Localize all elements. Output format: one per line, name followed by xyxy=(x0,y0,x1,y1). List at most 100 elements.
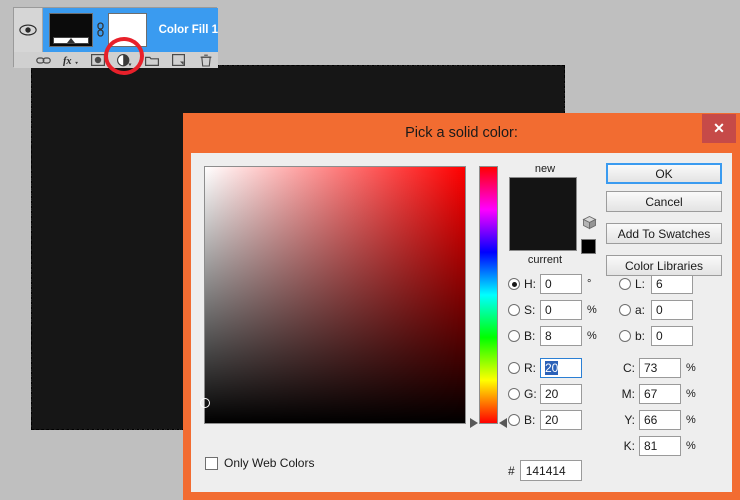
only-web-colors-checkbox[interactable] xyxy=(205,456,218,470)
red-label: R: xyxy=(524,361,536,375)
layer-thumbnail-gradient-strip xyxy=(52,37,90,44)
field-row-magenta: M: 67 % xyxy=(619,383,696,405)
trash-icon xyxy=(200,54,211,67)
black-unit: % xyxy=(686,440,696,452)
field-row-black: K: 81 % xyxy=(619,435,696,457)
layer-row[interactable]: Color Fill 1 xyxy=(14,8,218,52)
red-radio[interactable] xyxy=(508,362,520,374)
hue-radio[interactable] xyxy=(508,278,520,290)
link-icon xyxy=(97,22,104,37)
saturation-unit: % xyxy=(587,304,597,316)
screen: Color Fill 1 fx Pick a solid color: ✕ ne… xyxy=(0,0,740,500)
blue-label: B: xyxy=(524,413,536,427)
layer-name-label: Color Fill 1 xyxy=(158,24,218,36)
red-input[interactable]: 20 xyxy=(540,358,582,378)
field-row-hue: H: 0 ° xyxy=(508,273,591,295)
magenta-label: M: xyxy=(621,387,635,401)
new-fill-adjustment-layer-icon[interactable] xyxy=(117,53,132,67)
brightness-radio[interactable] xyxy=(508,330,520,342)
new-group-icon[interactable] xyxy=(144,54,159,67)
delete-layer-icon[interactable] xyxy=(198,54,213,67)
color-preview: new current xyxy=(509,163,581,266)
cancel-button[interactable]: Cancel xyxy=(606,191,722,212)
magenta-input[interactable]: 67 xyxy=(639,384,681,404)
add-to-swatches-button[interactable]: Add To Swatches xyxy=(606,223,722,244)
yellow-input[interactable]: 66 xyxy=(639,410,681,430)
adjustment-layer-icon xyxy=(117,53,132,66)
link-layers-icon xyxy=(36,56,51,64)
gamut-alternative-swatch[interactable] xyxy=(581,239,596,254)
dialog-titlebar: Pick a solid color: ✕ xyxy=(191,113,736,153)
hex-input[interactable]: 141414 xyxy=(519,460,582,481)
out-of-gamut-indicator xyxy=(581,215,599,254)
lab-b-label: b: xyxy=(635,329,646,343)
hue-unit: ° xyxy=(587,278,592,290)
layers-panel: Color Fill 1 fx xyxy=(13,7,218,68)
color-picker-dialog: Pick a solid color: ✕ new current H: 0 °… xyxy=(183,113,740,500)
folder-icon xyxy=(144,56,159,66)
brightness-label: B: xyxy=(524,329,536,343)
magenta-unit: % xyxy=(686,388,696,400)
brightness-unit: % xyxy=(587,330,597,342)
field-row-cyan: C: 73 % xyxy=(619,357,696,379)
cube-icon xyxy=(582,215,597,230)
link-layers-icon[interactable] xyxy=(36,54,51,67)
field-row-green: G: 20 xyxy=(508,383,582,405)
hue-marker-left[interactable] xyxy=(470,418,478,428)
field-row-lab-b: b: 0 xyxy=(619,325,693,347)
hue-input[interactable]: 0 xyxy=(540,274,582,294)
black-label: K: xyxy=(623,439,635,453)
hue-gradient xyxy=(479,166,498,424)
black-input[interactable]: 81 xyxy=(639,436,681,456)
yellow-unit: % xyxy=(686,414,696,426)
only-web-colors-row[interactable]: Only Web Colors xyxy=(205,456,314,470)
layer-visibility-toggle[interactable] xyxy=(14,8,43,52)
layer-thumbnail[interactable] xyxy=(48,13,94,47)
field-row-yellow: Y: 66 % xyxy=(619,409,696,431)
lab-a-label: a: xyxy=(635,303,646,317)
blue-input[interactable]: 20 xyxy=(540,410,582,430)
layer-mask-link-icon[interactable] xyxy=(93,22,107,38)
dialog-button-column: OK Cancel Add To Swatches Color Librarie… xyxy=(606,163,722,283)
blue-radio[interactable] xyxy=(508,414,520,426)
green-input[interactable]: 20 xyxy=(540,384,582,404)
dialog-body: new current H: 0 ° S: 0 % B: 8 % R: 20 G… xyxy=(191,153,732,492)
layer-mask-thumbnail[interactable] xyxy=(107,13,147,47)
hex-prefix: # xyxy=(508,463,515,478)
mask-icon xyxy=(90,54,105,66)
saturation-radio[interactable] xyxy=(508,304,520,316)
green-label: G: xyxy=(524,387,537,401)
green-radio[interactable] xyxy=(508,388,520,400)
cyan-unit: % xyxy=(686,362,696,374)
field-row-saturation: S: 0 % xyxy=(508,299,597,321)
hue-slider[interactable] xyxy=(470,166,507,428)
svg-text:fx: fx xyxy=(63,56,72,66)
field-row-lab-a: a: 0 xyxy=(619,299,693,321)
cyan-input[interactable]: 73 xyxy=(639,358,681,378)
lab-a-radio[interactable] xyxy=(619,304,631,316)
add-layer-mask-icon[interactable] xyxy=(90,54,105,67)
new-color-label: new xyxy=(534,163,556,175)
close-button[interactable]: ✕ xyxy=(702,114,736,143)
brightness-input[interactable]: 8 xyxy=(540,326,582,346)
field-row-brightness: B: 8 % xyxy=(508,325,597,347)
saturation-input[interactable]: 0 xyxy=(540,300,582,320)
layer-style-fx-icon[interactable]: fx xyxy=(63,54,78,67)
cyan-label: C: xyxy=(623,361,635,375)
hue-marker-right[interactable] xyxy=(499,418,507,428)
field-row-blue: B: 20 xyxy=(508,409,582,431)
sb-field-marker[interactable] xyxy=(200,398,210,408)
color-libraries-button[interactable]: Color Libraries xyxy=(606,255,722,276)
ok-button[interactable]: OK xyxy=(606,163,722,184)
yellow-label: Y: xyxy=(624,413,635,427)
fx-icon: fx xyxy=(63,56,78,66)
saturation-brightness-field[interactable] xyxy=(200,166,466,424)
eye-icon xyxy=(19,24,37,36)
lab-a-input[interactable]: 0 xyxy=(651,300,693,320)
only-web-colors-label: Only Web Colors xyxy=(224,456,315,470)
lab-b-radio[interactable] xyxy=(619,330,631,342)
lab-b-input[interactable]: 0 xyxy=(651,326,693,346)
new-layer-icon[interactable] xyxy=(171,54,186,67)
dialog-title: Pick a solid color: xyxy=(405,125,518,141)
saturation-label: S: xyxy=(524,303,536,317)
